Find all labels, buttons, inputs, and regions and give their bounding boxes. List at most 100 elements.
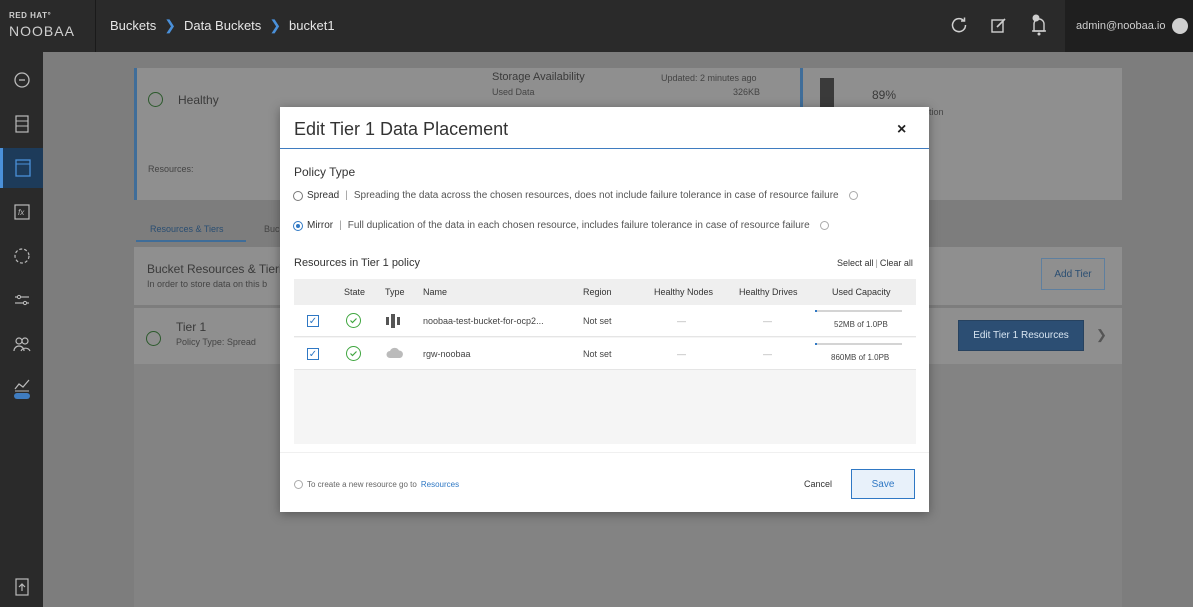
chevron-right-icon: ❯ bbox=[164, 17, 176, 33]
spread-description: Spreading the data across the chosen res… bbox=[353, 190, 839, 201]
footer-note-text: To create a new resource go to bbox=[307, 480, 417, 489]
column-state[interactable]: State bbox=[344, 287, 365, 297]
row-checkbox[interactable]: ✓ bbox=[307, 348, 319, 360]
column-type[interactable]: Type bbox=[385, 287, 405, 297]
resources-table: State Type Name Region Healthy Nodes Hea… bbox=[294, 279, 916, 444]
tier-policy: Policy Type: Spread bbox=[176, 337, 256, 347]
edit-tier-resources-button[interactable]: Edit Tier 1 Resources bbox=[958, 320, 1084, 351]
policy-type-label: Policy Type bbox=[294, 165, 356, 179]
notifications-bell-icon[interactable] bbox=[1028, 14, 1050, 36]
analytics-beta-icon bbox=[13, 379, 30, 399]
brand-logo[interactable]: RED HAT° NOOBAA bbox=[0, 0, 96, 52]
function-fx-icon: fx bbox=[13, 204, 30, 220]
resource-name: rgw-noobaa bbox=[423, 349, 471, 359]
policy-option-spread[interactable]: Spread | Spreading the data across the c… bbox=[293, 190, 858, 201]
sidebar-item-buckets[interactable] bbox=[0, 148, 43, 188]
sidebar-item-overview[interactable] bbox=[0, 60, 43, 100]
policy-option-mirror[interactable]: Mirror | Full duplication of the data in… bbox=[293, 220, 829, 231]
spread-label: Spread bbox=[307, 190, 340, 201]
sliders-icon bbox=[14, 294, 29, 306]
column-used-capacity[interactable]: Used Capacity bbox=[832, 287, 891, 297]
user-avatar-icon bbox=[1172, 18, 1188, 34]
cloud-icon bbox=[386, 347, 403, 359]
breadcrumb-current: bucket1 bbox=[289, 18, 335, 33]
server-stack-icon bbox=[14, 115, 29, 133]
resource-region: Not set bbox=[583, 349, 612, 359]
breadcrumb-buckets[interactable]: Buckets bbox=[110, 18, 156, 33]
healthy-check-icon bbox=[346, 346, 361, 361]
sidebar-item-cluster[interactable] bbox=[0, 236, 43, 276]
tier-name: Tier 1 bbox=[176, 320, 207, 334]
column-region[interactable]: Region bbox=[583, 287, 612, 297]
bucket-icon bbox=[15, 159, 31, 177]
resources-label: Resources: bbox=[148, 164, 194, 174]
users-icon bbox=[12, 337, 31, 352]
refresh-icon[interactable] bbox=[948, 14, 970, 36]
storage-updated: Updated: 2 minutes ago bbox=[661, 73, 757, 83]
sidebar-item-upload[interactable] bbox=[0, 567, 43, 607]
clear-all-link[interactable]: Clear all bbox=[880, 258, 913, 268]
user-menu[interactable]: admin@noobaa.io bbox=[1065, 0, 1193, 52]
close-icon[interactable]: × bbox=[897, 121, 906, 139]
info-icon[interactable] bbox=[819, 221, 829, 230]
capacity-fill bbox=[815, 310, 817, 312]
mirror-radio[interactable] bbox=[293, 220, 303, 231]
tiering-description: In order to store data on this b bbox=[147, 279, 268, 289]
sidebar-item-management[interactable] bbox=[0, 280, 43, 320]
capacity-bar bbox=[815, 343, 902, 345]
mirror-description: Full duplication of the data in each cho… bbox=[347, 220, 810, 231]
column-healthy-nodes[interactable]: Healthy Nodes bbox=[654, 287, 713, 297]
tab-resources-tiers[interactable]: Resources & Tiers bbox=[150, 224, 224, 234]
save-button[interactable]: Save bbox=[851, 469, 915, 499]
sidebar-item-resources[interactable] bbox=[0, 104, 43, 144]
table-row[interactable]: ✓ noobaa-test-bucket-for-ocp2... Not set… bbox=[294, 305, 916, 337]
separator: | bbox=[345, 190, 348, 201]
upload-file-icon bbox=[14, 578, 29, 596]
resource-healthy-drives: — bbox=[763, 316, 772, 326]
breadcrumb: Buckets ❯ Data Buckets ❯ bucket1 bbox=[110, 17, 335, 34]
breadcrumb-data-buckets[interactable]: Data Buckets bbox=[184, 18, 261, 33]
active-tab-underline bbox=[136, 240, 246, 242]
healthy-check-icon bbox=[148, 92, 163, 107]
aws-s3-icon bbox=[386, 314, 400, 328]
sidebar-item-analytics[interactable] bbox=[0, 368, 43, 408]
svg-text:fx: fx bbox=[18, 208, 25, 217]
chevron-right-icon: ❯ bbox=[269, 17, 282, 33]
resource-healthy-drives: — bbox=[763, 349, 772, 359]
used-data-label: Used Data bbox=[492, 87, 535, 97]
used-data-value: 326KB bbox=[733, 87, 761, 97]
footer-note: To create a new resource go to Resources bbox=[294, 480, 459, 489]
modal-divider bbox=[280, 148, 929, 149]
edit-note-icon[interactable] bbox=[988, 14, 1010, 36]
edit-tier-modal: Edit Tier 1 Data Placement × Policy Type… bbox=[280, 107, 929, 512]
sidebar-item-functions[interactable]: fx bbox=[0, 192, 43, 232]
user-email: admin@noobaa.io bbox=[1076, 20, 1166, 32]
brand-vendor: RED HAT° bbox=[9, 11, 52, 20]
select-all-link[interactable]: Select all bbox=[837, 258, 874, 268]
modal-title: Edit Tier 1 Data Placement bbox=[294, 119, 509, 139]
optimization-value: 89% bbox=[872, 88, 897, 102]
tiering-title: Bucket Resources & Tiering bbox=[147, 262, 296, 276]
column-healthy-drives[interactable]: Healthy Drives bbox=[739, 287, 798, 297]
column-name[interactable]: Name bbox=[423, 287, 447, 297]
resource-used-capacity: 52MB of 1.0PB bbox=[834, 320, 888, 329]
resource-healthy-nodes: — bbox=[677, 349, 686, 359]
info-icon[interactable] bbox=[848, 191, 858, 200]
healthy-check-icon bbox=[346, 313, 361, 328]
resources-link[interactable]: Resources bbox=[421, 480, 459, 489]
footer-divider bbox=[280, 452, 929, 453]
spread-radio[interactable] bbox=[293, 190, 303, 201]
table-row[interactable]: ✓ rgw-noobaa Not set — — 860MB of 1.0PB bbox=[294, 338, 916, 370]
info-icon bbox=[294, 480, 303, 489]
row-checkbox[interactable]: ✓ bbox=[307, 315, 319, 327]
sidebar-item-accounts[interactable] bbox=[0, 324, 43, 364]
storage-title: Storage Availability bbox=[492, 71, 585, 83]
tab-next[interactable]: Buc bbox=[264, 224, 280, 234]
tier-healthy-icon bbox=[146, 331, 161, 346]
brand-product: NOOBAA bbox=[9, 23, 75, 39]
capacity-fill bbox=[815, 343, 817, 345]
cancel-button[interactable]: Cancel bbox=[804, 479, 832, 489]
add-tier-button[interactable]: Add Tier bbox=[1041, 258, 1105, 290]
chevron-right-icon[interactable]: ❯ bbox=[1096, 327, 1107, 343]
header-actions bbox=[948, 14, 1050, 36]
